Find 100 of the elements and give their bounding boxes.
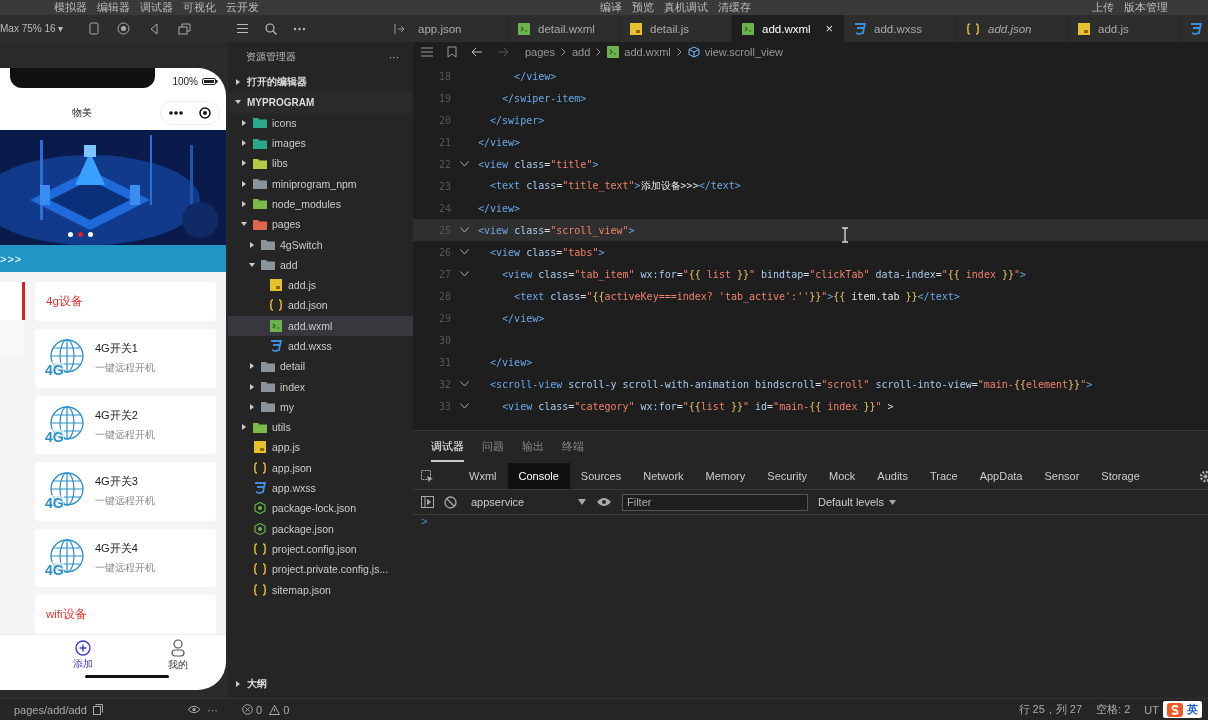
filter-field[interactable]: Filter bbox=[622, 493, 808, 511]
page-path[interactable]: pages/add/add bbox=[14, 703, 87, 716]
file-item[interactable]: add.js bbox=[228, 274, 413, 296]
file-item[interactable]: add.wxml bbox=[228, 315, 413, 336]
breadcrumb-item[interactable]: pages bbox=[525, 46, 555, 58]
breadcrumb-item[interactable]: add.wxml bbox=[607, 46, 671, 58]
folder-item[interactable]: pages bbox=[228, 214, 413, 235]
menu-item[interactable]: 调试器 bbox=[140, 0, 173, 15]
menu-item[interactable]: 编译 bbox=[600, 0, 622, 15]
category-title: 4g设备 bbox=[35, 282, 216, 321]
devtools-tab[interactable]: Sensor bbox=[1033, 463, 1091, 489]
folder-item[interactable]: libs bbox=[228, 153, 413, 174]
folder-item[interactable]: index bbox=[228, 376, 413, 397]
editor-tab[interactable]: app.json bbox=[413, 15, 508, 42]
folder-item[interactable]: icons bbox=[228, 112, 413, 133]
close-button[interactable]: × bbox=[825, 21, 833, 36]
menu-item[interactable]: 清缓存 bbox=[718, 0, 751, 15]
devtools-tab[interactable]: Wxml bbox=[458, 463, 508, 489]
device-description: 一键远程开机 bbox=[95, 494, 155, 509]
menu-item[interactable]: 云开发 bbox=[226, 0, 259, 15]
panel-tab[interactable]: 终端 bbox=[562, 432, 584, 462]
folder-item[interactable]: node_modules bbox=[228, 193, 413, 215]
warning-count: 0 bbox=[283, 703, 290, 716]
section-header[interactable]: 大纲 bbox=[228, 673, 413, 694]
devtools-tab[interactable]: Sources bbox=[569, 463, 633, 489]
menu-item[interactable]: 模拟器 bbox=[54, 0, 87, 15]
console-prompt: > bbox=[420, 514, 429, 529]
battery-level: 100% bbox=[172, 76, 198, 87]
folder-item[interactable]: miniprogram_npm bbox=[228, 173, 413, 194]
devtools-tab[interactable]: Security bbox=[756, 463, 819, 489]
menu-item[interactable]: 上传 bbox=[1092, 0, 1114, 15]
error-count: 0 bbox=[256, 703, 263, 716]
more-button[interactable]: ··· bbox=[389, 51, 399, 63]
indent-setting[interactable]: 空格: 2 bbox=[1096, 702, 1131, 717]
menu-item[interactable]: 预览 bbox=[632, 0, 654, 15]
devtools-tab[interactable]: AppData bbox=[968, 463, 1034, 489]
title-text: >>> bbox=[0, 252, 23, 265]
file-item[interactable]: sitemap.json bbox=[228, 579, 413, 600]
file-item[interactable]: package-lock.json bbox=[228, 498, 413, 519]
folder-item[interactable]: add bbox=[228, 254, 413, 275]
device-name: 4G开关2 bbox=[95, 407, 139, 423]
devtools-tab[interactable]: Memory bbox=[694, 463, 757, 489]
code-line: <view class="title"> bbox=[478, 158, 599, 170]
cursor-position[interactable]: 行 25，列 27 bbox=[1018, 702, 1083, 717]
code-line: <view class="scroll_view"> bbox=[478, 224, 635, 236]
code-line: </view> bbox=[478, 136, 521, 148]
file-item[interactable]: add.json bbox=[228, 295, 413, 316]
encoding[interactable]: UT bbox=[1144, 703, 1159, 716]
folder-item[interactable]: detail bbox=[228, 356, 413, 377]
editor-tab[interactable]: add.wxml × bbox=[732, 15, 844, 42]
more-button[interactable]: ··· bbox=[207, 703, 218, 716]
editor-tab[interactable]: detail.js bbox=[620, 15, 732, 42]
folder-item[interactable]: my bbox=[228, 396, 413, 418]
section-header[interactable]: 打开的编辑器 bbox=[228, 72, 413, 93]
menu-item[interactable]: 版本管理 bbox=[1124, 0, 1168, 15]
file-item[interactable]: app.js bbox=[228, 437, 413, 458]
editor-tab[interactable]: add.wxss bbox=[844, 15, 956, 42]
device-selector[interactable]: Max 75% 16 ▾ bbox=[0, 23, 64, 34]
code-line: </swiper> bbox=[489, 114, 545, 126]
file-item[interactable]: app.wxss bbox=[228, 477, 413, 499]
tab-bar-item[interactable]: 添加 bbox=[38, 635, 128, 675]
device-description: 一键远程开机 bbox=[95, 361, 155, 376]
device-card[interactable]: 4G 4G开关1 一键远程开机 bbox=[35, 329, 216, 388]
file-item[interactable]: add.wxss bbox=[228, 335, 413, 357]
editor-tab[interactable]: add.js bbox=[1068, 15, 1180, 42]
file-item[interactable]: package.json bbox=[228, 518, 413, 539]
panel-tab[interactable]: 输出 bbox=[522, 432, 544, 462]
nav-title: 物美 bbox=[72, 105, 92, 120]
devtools-tab[interactable]: Audits bbox=[866, 463, 919, 489]
folder-item[interactable]: images bbox=[228, 132, 413, 154]
devtools-tab[interactable]: Network bbox=[632, 463, 695, 489]
section-header[interactable]: MYPROGRAM bbox=[228, 92, 413, 113]
code-line: <view class="tabs"> bbox=[489, 246, 605, 258]
breadcrumb-item[interactable]: add bbox=[572, 46, 591, 58]
device-card[interactable]: 4G 4G开关2 一键远程开机 bbox=[35, 395, 216, 454]
device-card[interactable]: 4G 4G开关3 一键远程开机 bbox=[35, 462, 216, 521]
levels-dropdown[interactable]: Default levels bbox=[818, 496, 897, 508]
folder-item[interactable]: utils bbox=[228, 417, 413, 438]
menu-item[interactable]: 可视化 bbox=[183, 0, 216, 15]
panel-tab[interactable]: 问题 bbox=[482, 432, 504, 462]
devtools-tab[interactable]: Storage bbox=[1090, 463, 1151, 489]
context-dropdown[interactable]: appservice bbox=[471, 496, 586, 508]
devtools-tab[interactable]: Console bbox=[507, 463, 570, 489]
devtools-tab[interactable]: Mock bbox=[818, 463, 867, 489]
file-item[interactable]: app.json bbox=[228, 457, 413, 478]
file-item[interactable]: project.private.config.js... bbox=[228, 559, 413, 580]
device-card[interactable]: 4G 4G开关4 一键远程开机 bbox=[35, 528, 216, 587]
tab-bar-item[interactable]: 我的 bbox=[133, 635, 223, 675]
devtools-tab[interactable]: Trace bbox=[918, 463, 969, 489]
code-line: </view> bbox=[489, 356, 533, 368]
ime-mode: 英 bbox=[1187, 702, 1198, 717]
menu-item[interactable]: 真机调试 bbox=[664, 0, 708, 15]
menu-item[interactable]: 编辑器 bbox=[97, 0, 130, 15]
file-item[interactable]: project.config.json bbox=[228, 538, 413, 560]
breadcrumb-item[interactable]: view.scroll_view bbox=[687, 46, 784, 58]
panel-tab[interactable]: 调试器 bbox=[431, 432, 464, 462]
editor-tab[interactable]: add.json bbox=[956, 15, 1068, 42]
editor-tab[interactable]: detail.wxml bbox=[508, 15, 620, 42]
icon-label: 4G bbox=[45, 428, 64, 445]
folder-item[interactable]: 4gSwitch bbox=[228, 234, 413, 255]
